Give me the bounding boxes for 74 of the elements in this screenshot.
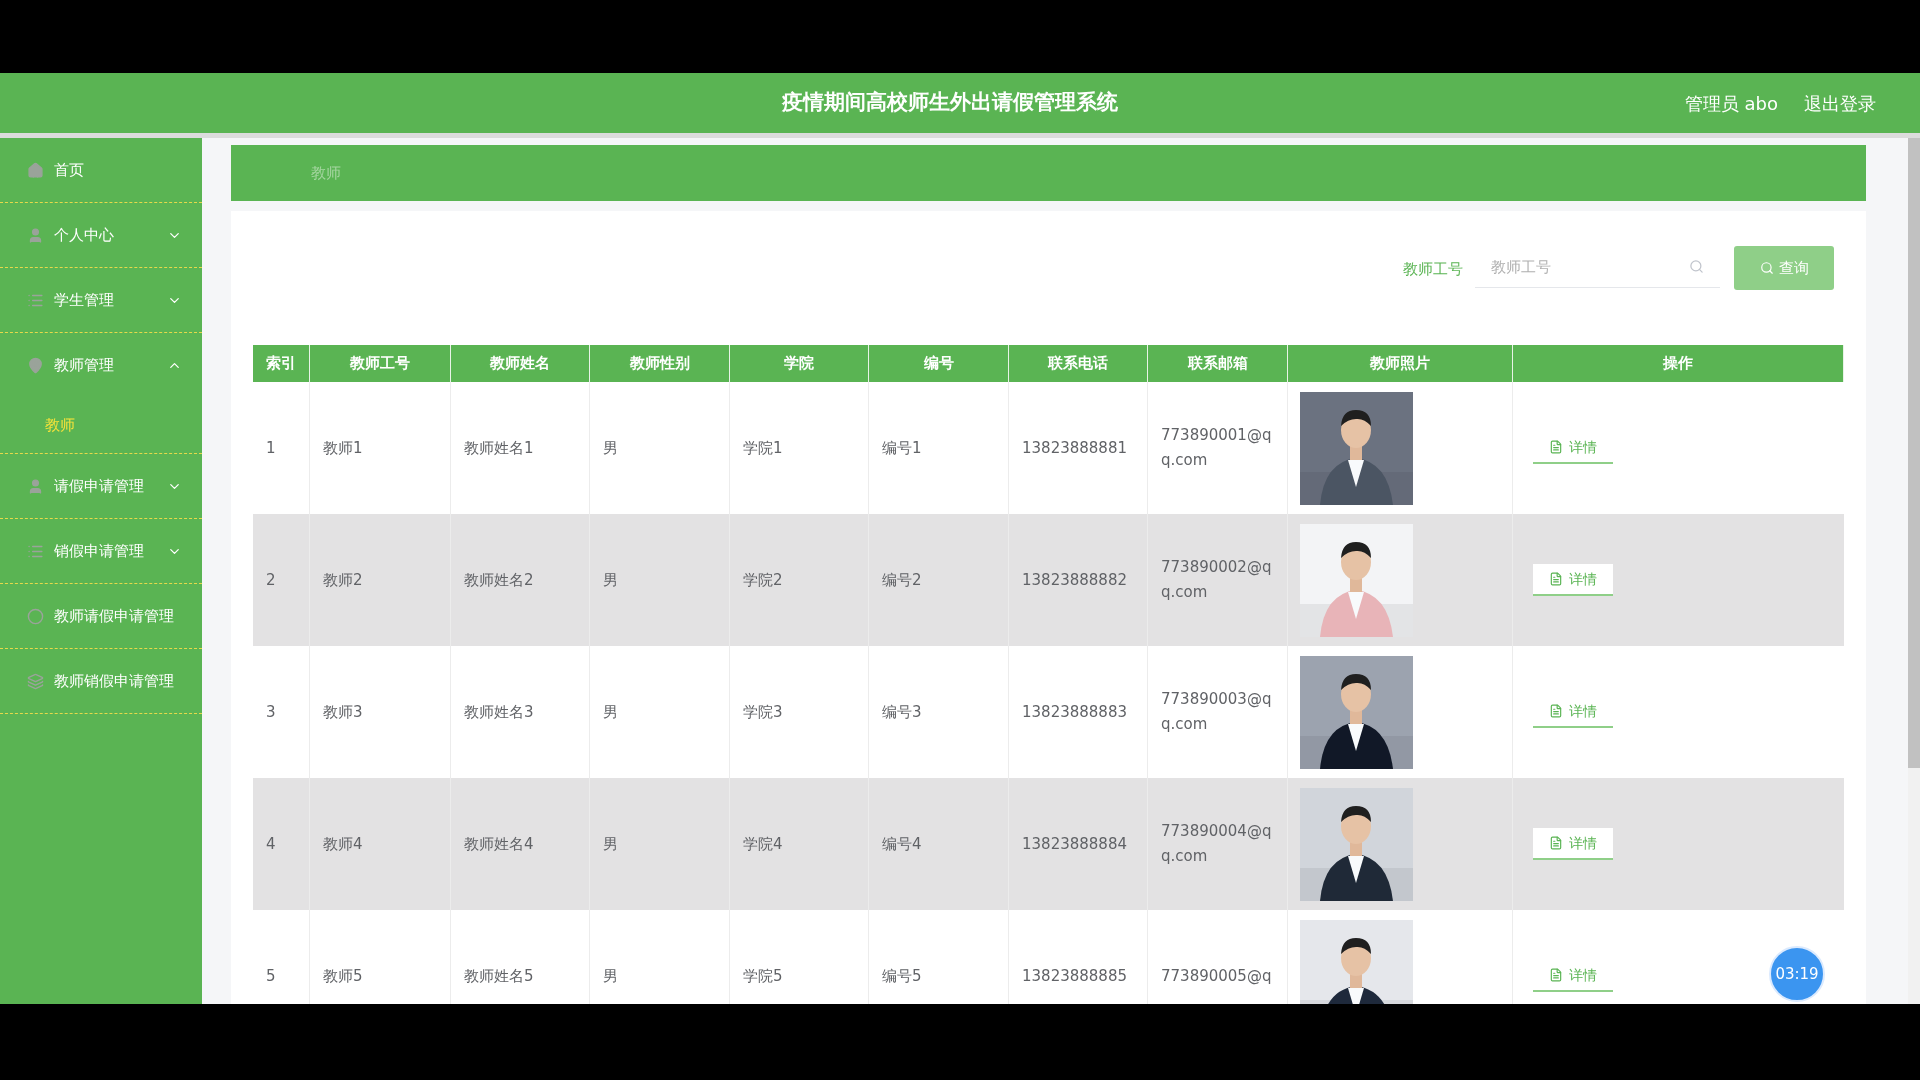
sidebar-item[interactable]: 首页	[0, 138, 202, 202]
detail-button[interactable]: 详情	[1533, 960, 1613, 992]
breadcrumb-text: 教师	[311, 162, 341, 184]
table-cell-text: 男	[603, 569, 618, 591]
submenu-item[interactable]: 教师	[0, 397, 202, 453]
search-icon	[1689, 259, 1704, 274]
table-cell-text: 教师姓名1	[464, 437, 534, 459]
table-cell-text: 男	[603, 965, 618, 987]
table-cell-text: 编号2	[882, 569, 922, 591]
table-cell-text: 1	[266, 437, 276, 459]
app-title: 疫情期间高校师生外出请假管理系统	[782, 89, 1118, 117]
table-cell-text: 773890005@q	[1161, 965, 1272, 987]
sidebar-item[interactable]: 个人中心	[0, 203, 202, 267]
stack-icon	[27, 672, 44, 690]
table-cell-text: 773890001@qq.com	[1161, 425, 1273, 471]
sidebar-item[interactable]: 学生管理	[0, 268, 202, 332]
table-cell-text: 773890004@qq.com	[1161, 821, 1273, 867]
table-cell-text: 13823888883	[1022, 701, 1127, 723]
table-cell-text: 学院3	[743, 701, 783, 723]
document-icon	[1549, 572, 1563, 586]
table-cell-text: 学院2	[743, 569, 783, 591]
search-field[interactable]: 教师工号	[1475, 246, 1720, 288]
table-cell-text: 教师姓名2	[464, 569, 534, 591]
logout-link[interactable]: 退出登录	[1804, 89, 1876, 117]
home-icon	[27, 161, 44, 179]
detail-button[interactable]: 详情	[1533, 564, 1613, 596]
table-cell-text: 男	[603, 437, 618, 459]
search-icon	[1759, 261, 1774, 275]
table-cell-text: 13823888881	[1022, 437, 1127, 459]
table-cell-text: 13823888885	[1022, 965, 1127, 987]
circle-icon	[27, 607, 44, 625]
table-cell-text: 3	[266, 701, 276, 723]
table-cell-text: 2	[266, 569, 276, 591]
sidebar-item[interactable]: 教师销假申请管理	[0, 649, 202, 713]
table-cell-text: 教师姓名3	[464, 701, 534, 723]
table-cell-text: 4	[266, 833, 276, 855]
table-cell-text: 学院4	[743, 833, 783, 855]
search-label: 教师工号	[1403, 259, 1463, 280]
table-cell-text: 编号5	[882, 965, 922, 987]
table-cell-text: 编号4	[882, 833, 922, 855]
sidebar-item[interactable]: 教师管理	[0, 333, 202, 397]
table-cell-text: 学院1	[743, 437, 783, 459]
sidebar-item[interactable]: 教师请假申请管理	[0, 584, 202, 648]
search-button[interactable]: 查询	[1734, 246, 1834, 290]
sidebar-item[interactable]: 请假申请管理	[0, 454, 202, 518]
detail-button[interactable]: 详情	[1533, 432, 1613, 464]
user-icon	[27, 226, 44, 244]
document-icon	[1549, 968, 1563, 982]
user-label: 管理员 abo	[1684, 91, 1778, 116]
pin-icon	[27, 356, 44, 374]
table-cell-text: 男	[603, 701, 618, 723]
table-cell-text: 教师2	[323, 569, 363, 591]
sidebar-item[interactable]: 销假申请管理	[0, 519, 202, 583]
table-cell-text: 学院5	[743, 965, 783, 987]
document-icon	[1549, 440, 1563, 454]
table-cell-text: 编号1	[882, 437, 922, 459]
table-cell-text: 男	[603, 833, 618, 855]
detail-button[interactable]: 详情	[1533, 696, 1613, 728]
table-cell-text: 教师1	[323, 437, 363, 459]
table-cell-text: 773890003@qq.com	[1161, 689, 1273, 735]
user-icon	[27, 477, 44, 495]
table-cell-text: 13823888882	[1022, 569, 1127, 591]
document-icon	[1549, 836, 1563, 850]
table-cell-text: 773890002@qq.com	[1161, 557, 1273, 603]
table-cell-text: 13823888884	[1022, 833, 1127, 855]
table-cell-text: 教师3	[323, 701, 363, 723]
table-cell-text: 5	[266, 965, 276, 987]
detail-button[interactable]: 详情	[1533, 828, 1613, 860]
table-cell-text: 教师姓名4	[464, 833, 534, 855]
table-cell-text: 教师姓名5	[464, 965, 534, 987]
table-cell-text: 教师5	[323, 965, 363, 987]
document-icon	[1549, 704, 1563, 718]
table-cell-text: 编号3	[882, 701, 922, 723]
table-cell-text: 教师4	[323, 833, 363, 855]
